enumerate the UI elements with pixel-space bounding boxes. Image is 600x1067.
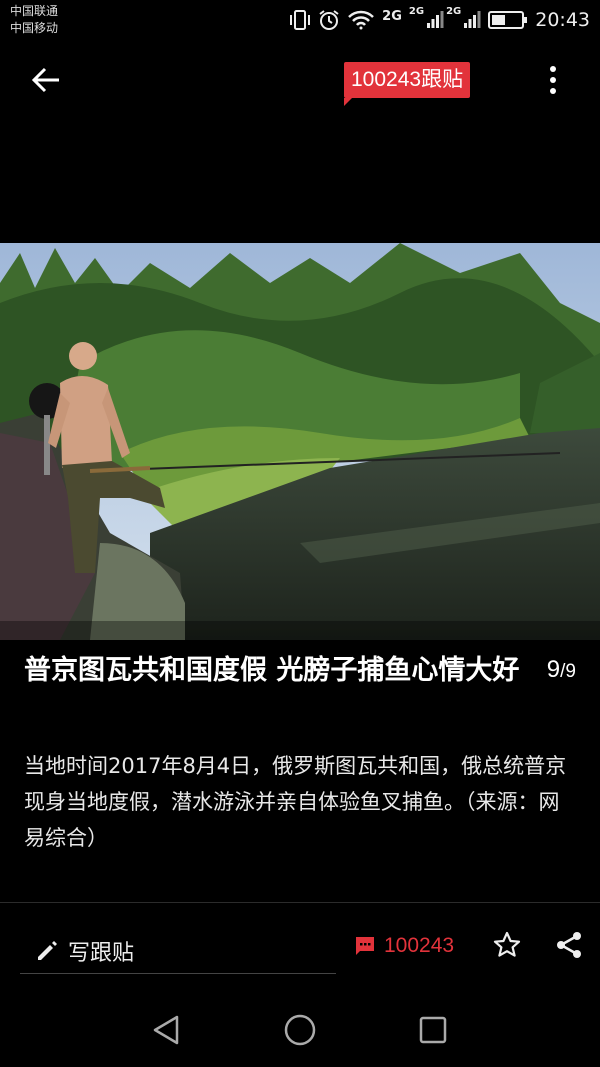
dot-icon (550, 66, 556, 72)
comment-count: 100243 (384, 934, 455, 957)
carrier-1: 中国联通 (10, 4, 59, 18)
article-photo[interactable] (0, 243, 600, 640)
divider (0, 902, 600, 903)
write-reply-button[interactable]: 写跟贴 (20, 928, 336, 974)
star-icon (493, 931, 521, 957)
carrier-info: 中国联通 中国移动 (10, 3, 58, 37)
battery-icon (488, 11, 528, 29)
more-options-button[interactable] (536, 60, 570, 100)
network-type-3: 2G (446, 6, 462, 17)
photo-illustration (0, 243, 600, 640)
battery-level (492, 15, 505, 25)
dot-icon (550, 77, 556, 83)
clock: 20:43 (535, 9, 590, 31)
share-icon (557, 932, 581, 958)
alarm-icon (319, 10, 339, 30)
page-current: 9 (546, 656, 561, 683)
page-counter: 9/9 (547, 656, 576, 684)
article-title: 普京图瓦共和国度假 光膀子捕鱼心情大好 (24, 655, 520, 686)
arrow-left-icon (31, 67, 59, 93)
pencil-icon (38, 940, 57, 960)
system-nav-bar (0, 990, 600, 1067)
signal-icon: 2G 2G (409, 6, 481, 29)
system-recents-button[interactable] (413, 1010, 453, 1050)
carrier-2: 中国移动 (10, 21, 59, 35)
article-description: 当地时间2017年8月4日，俄罗斯图瓦共和国，俄总统普京现身当地度假，潜水游泳并… (24, 754, 567, 850)
status-bar: 中国联通 中国移动 2G 2G 2G 20:43 (0, 0, 600, 40)
comments-button[interactable]: 100243 (354, 928, 454, 964)
comment-count-badge[interactable]: 100243跟贴 (344, 62, 471, 106)
share-button[interactable] (552, 928, 586, 962)
network-type-1: 2G (382, 8, 402, 24)
square-recents-icon (419, 1016, 447, 1044)
favorite-button[interactable] (490, 928, 524, 962)
system-back-button[interactable] (146, 1010, 186, 1050)
page-total: /9 (560, 661, 576, 682)
system-home-button[interactable] (280, 1010, 320, 1050)
triangle-back-icon (153, 1015, 179, 1045)
dot-icon (550, 88, 556, 94)
status-icons: 2G 2G 2G 20:43 (289, 6, 590, 34)
vibrate-icon (290, 10, 311, 30)
wifi-icon (348, 10, 375, 30)
network-type-2: 2G (408, 6, 425, 17)
back-button[interactable] (26, 60, 66, 100)
comment-icon (356, 937, 374, 955)
write-reply-label: 写跟贴 (68, 940, 135, 966)
circle-home-icon (284, 1014, 316, 1046)
